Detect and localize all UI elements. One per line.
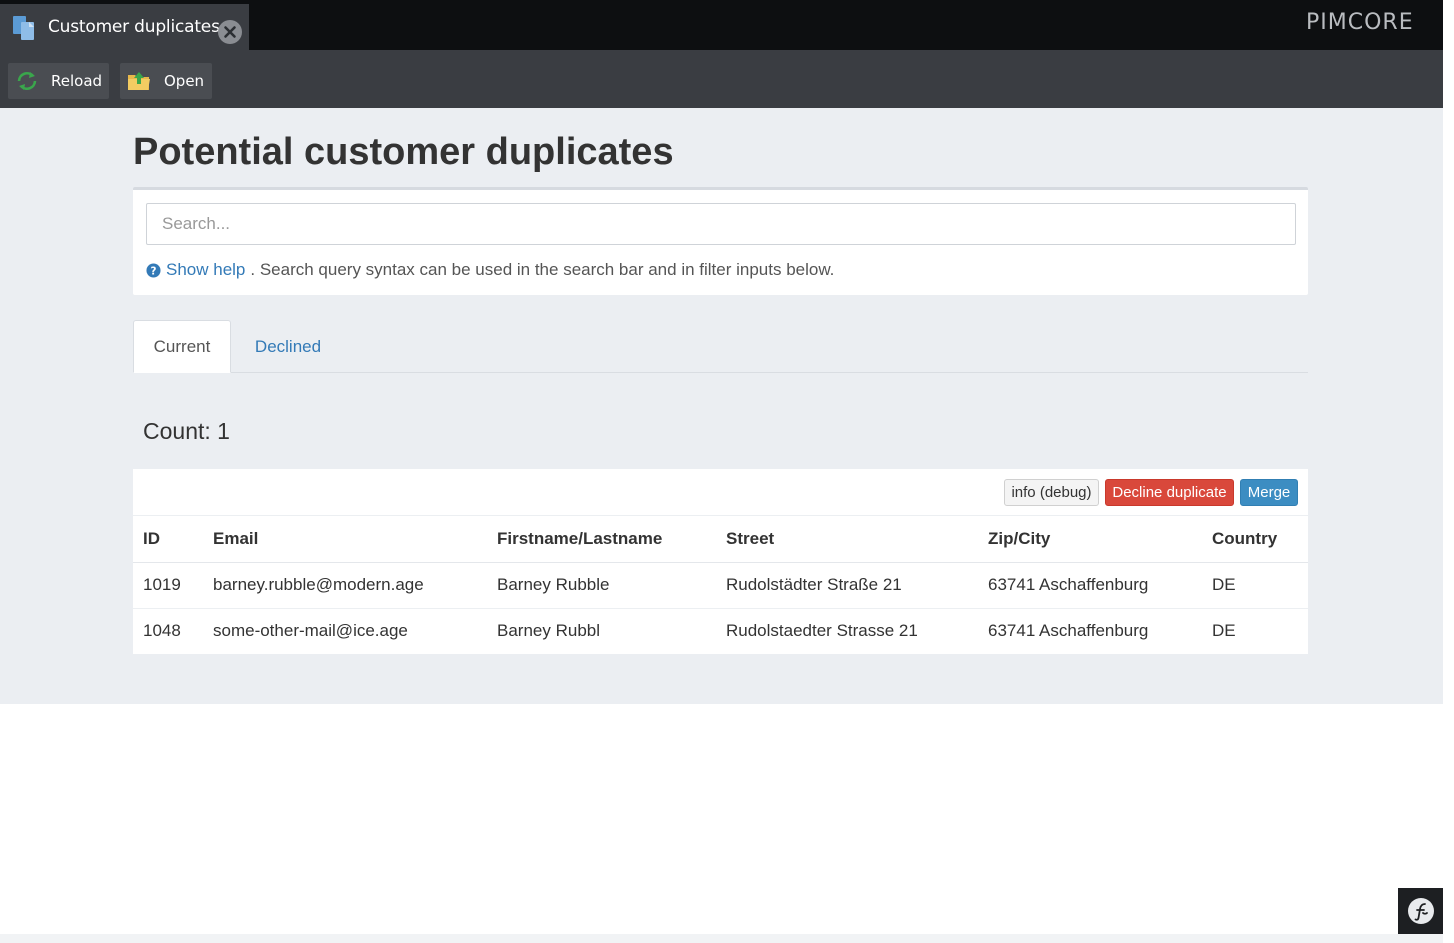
top-tab-bar: Customer duplicates PIMCORE [0,0,1443,50]
cell-zip-city: 63741 Aschaffenburg [988,621,1149,641]
show-help-link[interactable]: Show help [166,260,245,280]
reload-label: Reload [51,72,103,90]
table-row: 1048 some-other-mail@ice.age Barney Rubb… [133,608,1308,654]
question-circle-icon: ? [146,262,161,278]
reload-icon [17,72,37,90]
toolbar: Reload Open [0,50,1443,108]
cell-id: 1048 [143,621,181,641]
info-debug-button[interactable]: info (debug) [1004,479,1099,506]
symfony-toolbar-icon [1407,898,1434,924]
duplicates-table: ID Email Firstname/Lastname Street Zip/C… [133,516,1308,654]
symfony-toolbar-toggle[interactable] [1398,888,1443,934]
page-title: Potential customer duplicates [133,131,674,173]
cell-country: DE [1212,621,1236,641]
documents-icon [13,16,34,40]
cell-email: barney.rubble@modern.age [203,562,487,609]
decline-duplicate-button[interactable]: Decline duplicate [1105,479,1234,506]
tab-declined[interactable]: Declined [243,320,333,373]
open-label: Open [164,72,205,90]
help-line: ? Show help . Search query syntax can be… [146,260,834,280]
column-header-country: Country [1202,516,1308,563]
cell-id: 1019 [133,562,203,609]
tab-current[interactable]: Current [133,320,231,373]
count-label: Count: 1 [143,418,230,444]
table-header-row: ID Email Firstname/Lastname Street Zip/C… [133,516,1308,563]
close-icon[interactable] [217,19,243,45]
column-header-zip-city: Zip/City [978,516,1202,563]
column-header-street: Street [716,516,978,563]
cell-zip-city: 63741 Aschaffenburg [978,562,1202,609]
cell-country: DE [1202,562,1308,609]
help-text: . Search query syntax can be used in the… [250,260,835,279]
cell-street: Rudolstaedter Strasse 21 [726,621,918,641]
search-input[interactable] [146,203,1296,245]
cell-email: some-other-mail@ice.age [213,621,408,641]
duplicate-group-panel: info (debug) Decline duplicate Merge ID … [133,469,1308,654]
bottom-edge [0,934,1443,943]
column-header-name: Firstname/Lastname [487,516,716,563]
reload-button[interactable]: Reload [8,63,109,99]
open-folder-icon [128,72,150,90]
action-bar: info (debug) Decline duplicate Merge [133,469,1308,516]
column-header-id: ID [133,516,203,563]
svg-text:?: ? [151,265,157,277]
cell-name: Barney Rubble [487,562,716,609]
window-edge [1443,0,1454,943]
cell-name: Barney Rubbl [497,621,601,641]
search-panel: ? Show help . Search query syntax can be… [133,187,1308,295]
column-header-email: Email [203,516,487,563]
open-button[interactable]: Open [120,63,212,99]
table-row: 1019 barney.rubble@modern.age Barney Rub… [133,562,1308,609]
pimcore-logo: PIMCORE [1306,10,1414,35]
cell-street: Rudolstädter Straße 21 [716,562,978,609]
tab-title: Customer duplicates [48,17,220,37]
tabs: Current Declined [133,320,1308,373]
tab-customer-duplicates[interactable]: Customer duplicates [0,4,249,50]
merge-button[interactable]: Merge [1240,479,1298,506]
